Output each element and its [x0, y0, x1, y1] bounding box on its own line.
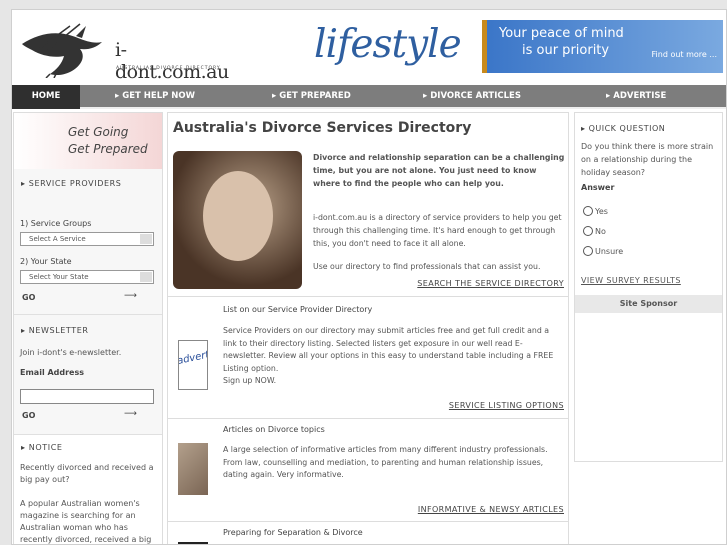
go-button[interactable]: GO: [22, 293, 35, 302]
advertising-icon-text: advertising: [178, 344, 208, 367]
banner-line-2: is our priority: [522, 43, 610, 58]
main-content: Australia's Divorce Services Directory D…: [167, 112, 569, 544]
email-input[interactable]: [20, 389, 154, 404]
listing-text: Service Providers on our directory may s…: [223, 325, 565, 388]
bird-icon: [22, 23, 102, 78]
option-no-label: No: [595, 227, 606, 236]
state-select[interactable]: Select Your State: [20, 270, 154, 284]
notice-box: ▸ NOTICE Recently divorced and received …: [14, 434, 162, 544]
articles-image: [178, 443, 208, 495]
nav-item-get-prepared[interactable]: ▸ GET PREPARED: [272, 91, 351, 101]
listing-signup: Sign up NOW.: [223, 376, 277, 385]
search-directory-link[interactable]: SEARCH THE SERVICE DIRECTORY: [417, 279, 564, 288]
banner-line-1: Your peace of mind: [499, 26, 624, 41]
notice-title: ▸ NOTICE: [21, 443, 63, 452]
newsletter-text: Join i-dont's e-newsletter.: [20, 348, 122, 357]
header-banner[interactable]: Your peace of mind is our priority Find …: [482, 20, 723, 73]
arrow-right-icon: ⟶: [124, 291, 137, 301]
preparing-section: Preparing for Separation & Divorce: [168, 521, 568, 544]
listing-body: Service Providers on our directory may s…: [223, 326, 554, 373]
newsletter-box: ▸ NEWSLETTER Join i-dont's e-newsletter.…: [14, 314, 162, 434]
radio-yes[interactable]: [583, 206, 593, 216]
nav-item-get-help-now[interactable]: ▸ GET HELP NOW: [115, 91, 195, 101]
title-text: SERVICE PROVIDERS: [28, 179, 122, 188]
intro-bold: Divorce and relationship separation can …: [313, 153, 565, 188]
main-nav: HOME ▸ GET HELP NOW ▸ GET PREPARED ▸ DIV…: [12, 85, 726, 109]
right-sidebar: ▸ QUICK QUESTION Do you think there is m…: [574, 112, 723, 462]
nav-label: DIVORCE ARTICLES: [430, 91, 521, 101]
service-groups-label: 1) Service Groups: [20, 219, 92, 228]
option-yes-label: Yes: [595, 207, 608, 216]
site-logo[interactable]: i-dont.com.au AUSTRALIAS DIVORCE DIRECTO…: [20, 22, 240, 83]
newsletter-go-button[interactable]: GO: [22, 411, 35, 420]
page: i-dont.com.au AUSTRALIAS DIVORCE DIRECTO…: [11, 9, 727, 545]
answer-label: Answer: [581, 183, 615, 192]
option-unsure-label: Unsure: [595, 247, 624, 256]
intro-paragraph-2: i-dont.com.au is a directory of service …: [313, 213, 562, 248]
title-text: QUICK QUESTION: [588, 124, 666, 133]
email-label: Email Address: [20, 368, 85, 377]
articles-title: Articles on Divorce topics: [223, 425, 325, 434]
title-text: NEWSLETTER: [28, 326, 89, 335]
notice-paragraph-2: A popular Australian women's magazine is…: [20, 499, 152, 544]
banner-link[interactable]: Find out more ...: [652, 50, 717, 59]
page-title: Australia's Divorce Services Directory: [173, 120, 472, 136]
radio-unsure[interactable]: [583, 246, 593, 256]
slogan-line-2: Get Prepared: [68, 142, 148, 156]
preparing-title: Preparing for Separation & Divorce: [223, 528, 363, 537]
left-sidebar: Get Going Get Prepared ▸ SERVICE PROVIDE…: [13, 112, 163, 544]
slogan-line-1: Get Going: [68, 125, 129, 139]
quick-question-title: ▸ QUICK QUESTION: [581, 124, 666, 133]
newsletter-title: ▸ NEWSLETTER: [21, 326, 89, 335]
nav-item-divorce-articles[interactable]: ▸ DIVORCE ARTICLES: [423, 91, 521, 101]
service-providers-title: ▸ SERVICE PROVIDERS: [21, 179, 122, 188]
site-sponsor-label: Site Sponsor: [575, 295, 722, 313]
articles-text: A large selection of informative article…: [223, 445, 548, 479]
nav-home[interactable]: HOME: [12, 85, 80, 109]
state-label: 2) Your State: [20, 257, 72, 266]
intro-paragraph-3: Use our directory to find professionals …: [313, 262, 541, 271]
notice-paragraph-1: Recently divorced and received a big pay…: [20, 463, 154, 484]
advertising-icon: advertising: [178, 340, 208, 390]
articles-link[interactable]: INFORMATIVE & NEWSY ARTICLES: [418, 505, 564, 514]
logo-text: i-dont.com.au: [115, 39, 229, 83]
slogan-box: Get Going Get Prepared: [14, 113, 162, 169]
nav-item-advertise[interactable]: ▸ ADVERTISE: [606, 91, 666, 101]
listing-section: List on our Service Provider Directory a…: [168, 296, 568, 418]
lifestyle-logo: lifestyle: [314, 22, 462, 67]
logo-subtitle: AUSTRALIAS DIVORCE DIRECTORY: [116, 66, 221, 71]
articles-section: Articles on Divorce topics A large selec…: [168, 418, 568, 521]
survey-question: Do you think there is more strain on a r…: [581, 142, 714, 177]
service-select[interactable]: Select A Service: [20, 232, 154, 246]
nav-label: GET HELP NOW: [122, 91, 196, 101]
title-text: NOTICE: [28, 443, 63, 452]
woman-photo: [173, 151, 302, 289]
listing-title: List on our Service Provider Directory: [223, 305, 373, 314]
nav-label: ADVERTISE: [613, 91, 667, 101]
radio-no[interactable]: [583, 226, 593, 236]
listing-options-link[interactable]: SERVICE LISTING OPTIONS: [449, 401, 564, 410]
arrow-right-icon: ⟶: [124, 409, 137, 419]
nav-label: GET PREPARED: [279, 91, 351, 101]
survey-results-link[interactable]: VIEW SURVEY RESULTS: [581, 276, 681, 285]
